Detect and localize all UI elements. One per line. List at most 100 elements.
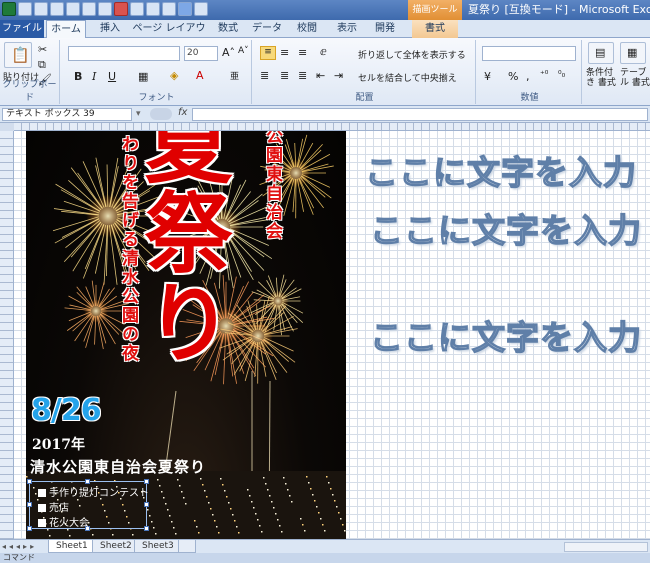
- fill-color-icon[interactable]: ◈: [170, 69, 178, 82]
- align-middle-icon[interactable]: ≡: [280, 46, 289, 59]
- align-bottom-icon[interactable]: ≡: [298, 46, 307, 59]
- clipboard-group-label: クリップボード: [2, 80, 57, 103]
- city-light: [338, 512, 340, 514]
- undo-icon[interactable]: [66, 2, 80, 16]
- city-light: [275, 513, 277, 515]
- tab-formulas[interactable]: 数式: [212, 20, 244, 38]
- decrease-indent-icon[interactable]: ⇤: [316, 69, 325, 82]
- font-name-combo[interactable]: [68, 46, 180, 61]
- city-light: [334, 500, 336, 502]
- formula-dots-icon: [150, 108, 172, 120]
- sheet-tab-3[interactable]: Sheet3: [134, 540, 182, 553]
- insert-sheet-icon[interactable]: [178, 540, 196, 553]
- sheet-tab-2[interactable]: Sheet2: [92, 540, 140, 553]
- save-icon[interactable]: [18, 2, 32, 16]
- paste-button[interactable]: 📋: [4, 42, 32, 68]
- bullet-square-icon: [38, 489, 46, 497]
- preview-icon[interactable]: [34, 2, 48, 16]
- tab-format[interactable]: 書式: [412, 20, 458, 38]
- city-light: [181, 491, 183, 493]
- copy-icon[interactable]: ⧉: [38, 58, 46, 72]
- poster-right-vertical-text: 公園東自治会: [262, 131, 282, 241]
- grid-icon[interactable]: [178, 2, 192, 16]
- column-headers[interactable]: [14, 123, 650, 131]
- city-light: [247, 489, 249, 491]
- tab-review[interactable]: 校閲: [290, 20, 324, 38]
- events-text-box[interactable]: 手作り提灯コンテスト 売店 花火大会: [27, 479, 149, 531]
- conditional-format-button[interactable]: ▤: [588, 42, 614, 64]
- event-label: 手作り提灯コンテスト: [49, 488, 149, 499]
- sheet-nav-arrows-icon[interactable]: ◂◂◂▸▸: [2, 542, 37, 551]
- align-top-icon[interactable]: ≡: [260, 46, 276, 60]
- resize-handle[interactable]: [144, 502, 149, 507]
- chart-icon[interactable]: [146, 2, 160, 16]
- orientation-icon[interactable]: ⅇ: [320, 45, 327, 58]
- placeholder-text-box[interactable]: ここに文字を入力: [369, 311, 642, 359]
- namebox-dropdown-icon[interactable]: ▾: [136, 109, 141, 119]
- resize-handle[interactable]: [27, 502, 32, 507]
- shape-icon[interactable]: [114, 2, 128, 16]
- placeholder-text-box[interactable]: ここに文字を入力: [369, 204, 642, 252]
- tab-view[interactable]: 表示: [330, 20, 364, 38]
- increase-decimal-icon[interactable]: ⁺⁰: [540, 70, 548, 80]
- number-format-combo[interactable]: [482, 46, 576, 61]
- sort-icon[interactable]: [98, 2, 112, 16]
- shrink-font-icon[interactable]: A˅: [238, 46, 249, 56]
- bullet-square-icon: [38, 504, 46, 512]
- phonetic-icon[interactable]: 亜: [230, 69, 239, 82]
- row-headers[interactable]: [0, 131, 14, 539]
- percent-button[interactable]: %: [508, 70, 518, 83]
- bold-button[interactable]: B: [74, 70, 82, 83]
- table-icon[interactable]: [162, 2, 176, 16]
- customize-qat-icon[interactable]: [194, 2, 208, 16]
- fx-icon[interactable]: fx: [178, 107, 187, 118]
- redo-icon[interactable]: [82, 2, 96, 16]
- align-center-icon[interactable]: ≣: [280, 69, 289, 82]
- grow-font-icon[interactable]: A˄: [222, 46, 235, 59]
- tab-home[interactable]: ホーム: [46, 20, 86, 39]
- cut-icon[interactable]: ✂: [38, 43, 47, 56]
- bullet-square-icon: [38, 519, 46, 527]
- city-light: [177, 479, 179, 481]
- sheet-tab-bar: ◂◂◂▸▸ Sheet1 Sheet2 Sheet3: [0, 539, 650, 553]
- resize-handle[interactable]: [27, 479, 32, 484]
- format-as-table-button[interactable]: ▦: [620, 42, 646, 64]
- city-light: [285, 483, 287, 485]
- formula-input[interactable]: [192, 108, 648, 121]
- sheet-tab-1[interactable]: Sheet1: [48, 540, 96, 553]
- print-icon[interactable]: [50, 2, 64, 16]
- wrap-text-button[interactable]: 折り返して全体を表示する: [358, 48, 466, 61]
- border-icon[interactable]: ▦: [138, 70, 148, 83]
- city-light: [167, 509, 169, 511]
- camera-icon[interactable]: [130, 2, 144, 16]
- tab-developer[interactable]: 開発: [368, 20, 402, 38]
- tab-file[interactable]: ファイル: [0, 20, 44, 38]
- comma-icon[interactable]: ,: [526, 70, 530, 83]
- tab-data[interactable]: データ: [250, 20, 284, 38]
- font-size-combo[interactable]: 20: [184, 46, 218, 61]
- placeholder-text-box[interactable]: ここに文字を入力: [364, 146, 637, 194]
- title-bar: 描画ツール 夏祭り [互換モード] - Microsoft Excel: [0, 0, 650, 20]
- underline-button[interactable]: U: [108, 70, 116, 83]
- firework-spark: [281, 303, 298, 324]
- tab-page-layout[interactable]: ページ レイアウト: [132, 20, 206, 52]
- increase-indent-icon[interactable]: ⇥: [334, 69, 343, 82]
- city-light: [149, 515, 151, 517]
- align-left-icon[interactable]: ≣: [260, 69, 269, 82]
- festival-poster-image[interactable]: わりを告げる清水公園の夜 夏祭り 公園東自治会 8/26 2017年 清水公園東…: [26, 131, 346, 539]
- decrease-decimal-icon[interactable]: ⁰₀: [558, 70, 565, 80]
- city-light: [216, 526, 218, 528]
- horizontal-scrollbar[interactable]: [564, 542, 648, 552]
- select-all-corner[interactable]: [0, 123, 14, 131]
- align-right-icon[interactable]: ≣: [298, 69, 307, 82]
- drawing-tools-context-label: 描画ツール: [408, 0, 462, 20]
- city-light: [300, 518, 302, 520]
- name-box[interactable]: テキスト ボックス 39: [2, 108, 132, 121]
- italic-button[interactable]: I: [92, 70, 96, 83]
- resize-handle[interactable]: [144, 526, 149, 531]
- resize-handle[interactable]: [27, 526, 32, 531]
- tab-insert[interactable]: 挿入: [92, 20, 128, 38]
- merge-center-button[interactable]: セルを結合して中央揃え: [358, 71, 457, 84]
- font-color-icon[interactable]: A: [196, 69, 204, 82]
- currency-icon[interactable]: ¥: [484, 70, 491, 83]
